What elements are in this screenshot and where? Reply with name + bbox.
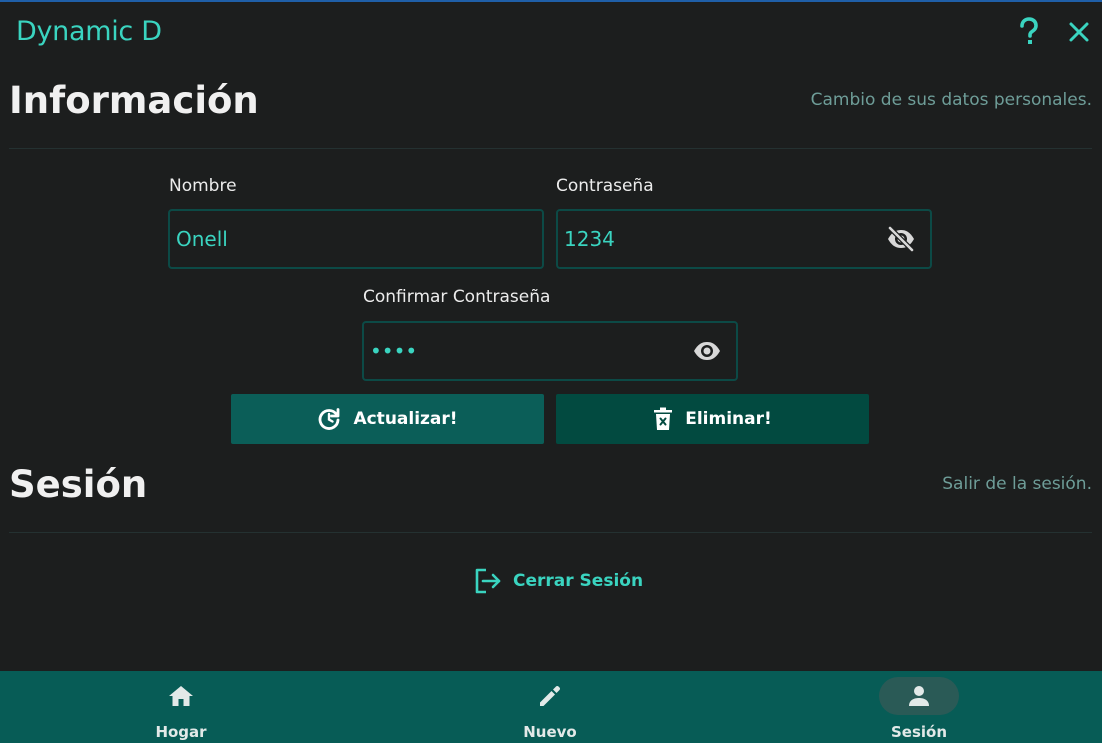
info-section-title: Información bbox=[9, 79, 259, 122]
confirm-password-visibility-toggle[interactable] bbox=[692, 337, 722, 365]
update-button[interactable]: Actualizar! bbox=[231, 394, 544, 444]
home-icon bbox=[141, 677, 221, 715]
eye-off-icon bbox=[887, 226, 915, 252]
trash-icon bbox=[653, 407, 673, 431]
session-section-title: Sesión bbox=[9, 463, 148, 506]
name-input[interactable] bbox=[176, 211, 474, 267]
app-window: Dynamic D Información Cambio de sus dato… bbox=[0, 0, 1102, 743]
confirm-password-field-container bbox=[362, 321, 738, 381]
eye-icon bbox=[694, 342, 720, 360]
password-visibility-toggle[interactable] bbox=[886, 225, 916, 253]
info-section-subtitle: Cambio de sus datos personales. bbox=[810, 90, 1092, 110]
app-title: Dynamic D bbox=[16, 16, 162, 47]
person-icon bbox=[879, 677, 959, 715]
name-label: Nombre bbox=[169, 176, 237, 196]
close-button[interactable] bbox=[1063, 14, 1095, 50]
help-button[interactable] bbox=[1013, 14, 1045, 50]
confirm-password-label: Confirmar Contraseña bbox=[363, 287, 551, 307]
logout-button[interactable]: Cerrar Sesión bbox=[474, 565, 643, 597]
pencil-icon bbox=[510, 677, 590, 715]
refresh-icon bbox=[317, 407, 341, 431]
nav-item-sesion[interactable]: Sesión bbox=[859, 671, 979, 743]
nav-item-nuevo[interactable]: Nuevo bbox=[490, 671, 610, 743]
bottom-navigation: Hogar Nuevo Sesión bbox=[0, 671, 1102, 743]
logout-icon bbox=[474, 568, 502, 594]
close-icon bbox=[1069, 22, 1089, 42]
help-icon bbox=[1020, 17, 1038, 44]
nav-item-hogar[interactable]: Hogar bbox=[121, 671, 241, 743]
password-field-container bbox=[556, 209, 932, 269]
delete-button[interactable]: Eliminar! bbox=[556, 394, 869, 444]
password-input[interactable] bbox=[564, 211, 862, 267]
info-divider bbox=[9, 148, 1092, 149]
password-label: Contraseña bbox=[556, 176, 654, 196]
nav-label-nuevo: Nuevo bbox=[523, 723, 577, 741]
confirm-password-input[interactable] bbox=[370, 323, 668, 379]
logout-label: Cerrar Sesión bbox=[513, 571, 644, 591]
session-divider bbox=[9, 532, 1092, 533]
name-field-container bbox=[168, 209, 544, 269]
session-section-subtitle: Salir de la sesión. bbox=[942, 474, 1092, 494]
nav-label-sesion: Sesión bbox=[890, 723, 948, 741]
nav-label-hogar: Hogar bbox=[155, 723, 207, 741]
title-bar: Dynamic D bbox=[0, 2, 1102, 64]
delete-button-label: Eliminar! bbox=[685, 409, 772, 429]
update-button-label: Actualizar! bbox=[353, 409, 458, 429]
